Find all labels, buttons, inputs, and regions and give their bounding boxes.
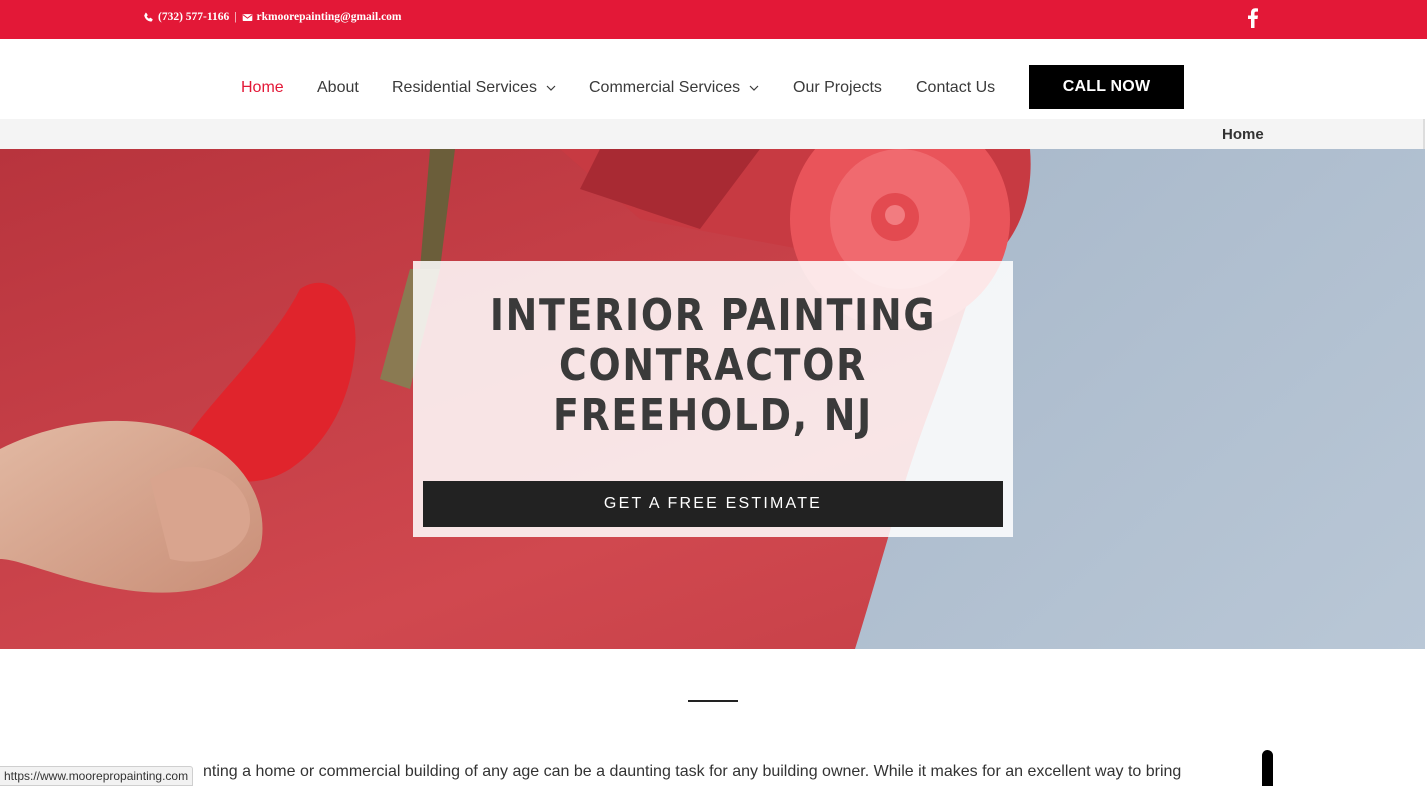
breadcrumb: Home: [0, 119, 1425, 149]
nav-label: Our Projects: [793, 79, 882, 96]
main-nav: Home About Residential Services Commerci…: [0, 39, 1427, 119]
free-estimate-button[interactable]: GET A FREE ESTIMATE: [423, 481, 1003, 527]
facebook-icon[interactable]: [1245, 8, 1261, 28]
nav-item-commercial-services[interactable]: Commercial Services: [589, 79, 759, 97]
nav-item-about[interactable]: About: [317, 79, 359, 97]
nav-label: About: [317, 79, 359, 96]
nav-item-our-projects[interactable]: Our Projects: [793, 79, 882, 97]
status-bar-url: https://www.moorepropainting.com: [0, 766, 194, 786]
phone-number[interactable]: (732) 577-1166: [158, 11, 229, 23]
hero-title-line: INTERIOR PAINTING: [489, 290, 937, 341]
phone-icon: [144, 12, 153, 22]
call-now-button[interactable]: CALL NOW: [1029, 65, 1184, 109]
email-link[interactable]: rkmoorepainting@gmail.com: [257, 11, 402, 23]
nav-label: Contact Us: [916, 79, 996, 96]
envelope-icon: [242, 13, 252, 21]
hero-title-line: FREEHOLD, NJ: [552, 390, 873, 441]
hero-title-line: CONTRACTOR: [559, 340, 867, 391]
chevron-down-icon: [749, 85, 759, 91]
intro-paragraph: nting a home or commercial building of a…: [203, 763, 1182, 780]
hero-overlay-card: INTERIOR PAINTING CONTRACTOR FREEHOLD, N…: [413, 261, 1013, 537]
hero-title: INTERIOR PAINTING CONTRACTOR FREEHOLD, N…: [455, 291, 971, 441]
nav-label: Home: [241, 79, 284, 96]
section-divider: [688, 700, 738, 702]
nav-item-home[interactable]: Home: [241, 79, 284, 97]
top-bar: (732) 577-1166 | rkmoorepainting@gmail.c…: [0, 0, 1427, 39]
chevron-down-icon: [546, 85, 556, 91]
nav-item-residential-services[interactable]: Residential Services: [392, 79, 556, 97]
breadcrumb-current: Home: [1222, 126, 1264, 143]
nav-label: Commercial Services: [589, 79, 741, 96]
scroll-to-top-button[interactable]: [1262, 750, 1273, 786]
nav-label: Residential Services: [392, 79, 537, 96]
nav-item-contact-us[interactable]: Contact Us: [916, 79, 995, 97]
hero-section: INTERIOR PAINTING CONTRACTOR FREEHOLD, N…: [0, 149, 1425, 649]
contact-info: (732) 577-1166 | rkmoorepainting@gmail.c…: [143, 11, 402, 23]
separator: |: [234, 11, 237, 23]
